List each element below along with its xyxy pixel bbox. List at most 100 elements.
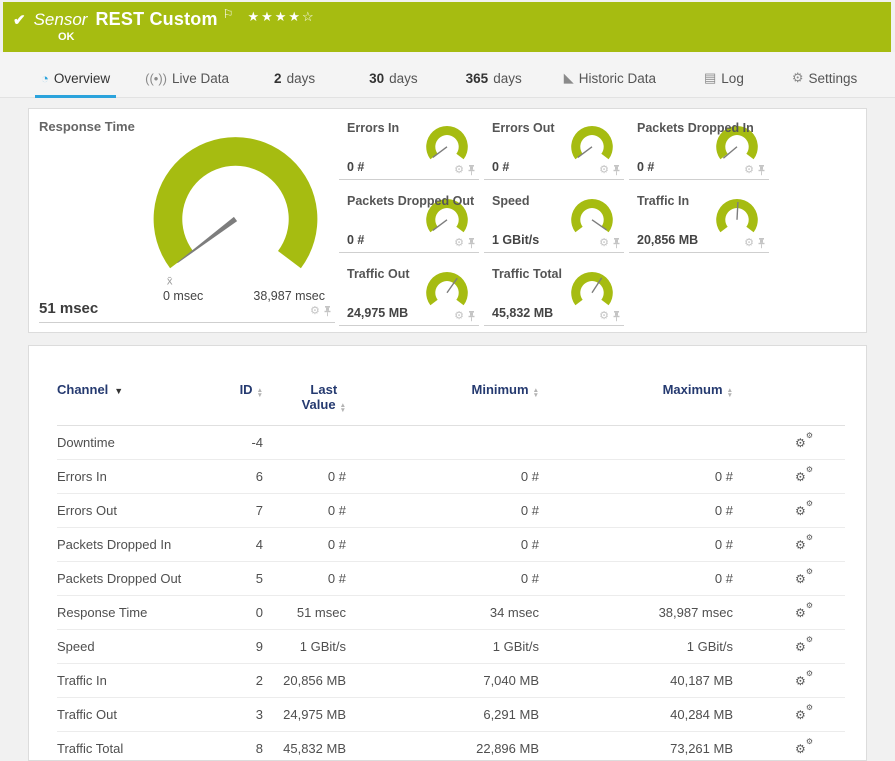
tab-settings[interactable]: ⚙Settings	[786, 70, 863, 98]
sort-icon[interactable]: ▲▼	[727, 388, 733, 398]
pin-icon[interactable]	[612, 311, 621, 322]
pin-icon[interactable]	[467, 311, 476, 322]
small-gauges-grid: Errors In 0 # ⚙ Errors Out 0 # ⚙	[339, 116, 773, 335]
gear-icon[interactable]: ⚙	[599, 165, 609, 176]
gear-icon[interactable]: ⚙	[744, 238, 754, 249]
channel-settings-icon[interactable]: ⚙⚙	[795, 435, 813, 450]
tab-365-days[interactable]: 365days	[460, 71, 528, 98]
gear-icon[interactable]: ⚙	[310, 306, 320, 317]
cell-last-value: 0 #	[263, 469, 346, 484]
channel-settings-icon[interactable]: ⚙⚙	[795, 503, 813, 518]
cell-id: 0	[202, 605, 263, 620]
cell-minimum: 0 #	[346, 571, 539, 586]
gauge-arc	[426, 126, 468, 159]
channel-settings-icon[interactable]: ⚙⚙	[795, 673, 813, 688]
tab-historic-data[interactable]: ◣Historic Data	[558, 70, 662, 98]
gauge-max-label: 38,987 msec	[253, 289, 325, 303]
gauge-actions: ⚙	[744, 165, 766, 176]
sensor-name: REST Custom	[95, 9, 217, 30]
gauge-cell: Traffic Out 24,975 MB ⚙	[339, 262, 481, 335]
gauge-min-label: 0 msec	[163, 289, 203, 303]
cell-maximum: 1 GBit/s	[539, 639, 733, 654]
cell-maximum: 0 #	[539, 503, 733, 518]
cell-channel: Packets Dropped Out	[57, 571, 202, 586]
gauge-actions: ⚙	[744, 238, 766, 249]
cell-id: 4	[202, 537, 263, 552]
column-header-maximum[interactable]: Maximum▲▼	[539, 382, 733, 398]
column-header-channel[interactable]: Channel▼	[57, 382, 202, 397]
priority-stars[interactable]: ★★★★☆	[247, 9, 315, 25]
tab-label: Log	[721, 71, 744, 86]
gauge-title: Packets Dropped Out	[347, 194, 474, 208]
gear-icon[interactable]: ⚙	[744, 165, 754, 176]
gauge-cell-divider	[339, 252, 479, 253]
pin-icon[interactable]	[467, 165, 476, 176]
pin-icon[interactable]	[467, 238, 476, 249]
gear-icon[interactable]: ⚙	[454, 238, 464, 249]
gauge-actions: ⚙	[454, 311, 476, 322]
column-header-id[interactable]: ID▲▼	[202, 382, 263, 398]
status-badge: OK	[13, 31, 891, 43]
channel-settings-icon[interactable]: ⚙⚙	[795, 571, 813, 586]
sort-icon[interactable]: ▲▼	[340, 403, 346, 413]
table-row: Errors In 6 0 # 0 # 0 # ⚙⚙	[57, 460, 845, 494]
gauge-cell-divider	[39, 322, 335, 323]
gauge-value: 24,975 MB	[347, 306, 408, 320]
gauge-scale: 0 msec 38,987 msec	[163, 289, 325, 303]
gear-icon[interactable]: ⚙	[599, 238, 609, 249]
column-header-minimum[interactable]: Minimum▲▼	[346, 382, 539, 398]
cell-minimum: 0 #	[346, 469, 539, 484]
channel-settings-icon[interactable]: ⚙⚙	[795, 639, 813, 654]
pin-icon[interactable]	[323, 306, 332, 317]
cell-maximum: 73,261 MB	[539, 741, 733, 756]
object-kind-label: Sensor	[34, 10, 88, 30]
cell-channel: Traffic Out	[57, 707, 202, 722]
tab-overview[interactable]: ◔Overview	[35, 71, 116, 98]
gauges-panel: Response Time x̄ 0 msec 38,987 msec 51 m…	[28, 108, 867, 333]
tab-log[interactable]: ▤ Log	[698, 70, 750, 98]
channel-settings-icon[interactable]: ⚙⚙	[795, 605, 813, 620]
gauge-needle	[433, 147, 447, 158]
sort-desc-icon[interactable]: ▼	[114, 386, 123, 396]
gauge-title: Traffic Out	[347, 267, 410, 281]
gauge-actions: ⚙	[599, 238, 621, 249]
channels-panel: Channel▼ ID▲▼ Last Value▲▼ Minimum▲▼ Max…	[28, 345, 867, 761]
cell-last-value: 51 msec	[263, 605, 346, 620]
primary-gauge-title: Response Time	[39, 119, 135, 134]
primary-gauge: x̄	[133, 133, 338, 307]
log-icon: ▤	[704, 70, 716, 86]
tab-live-data[interactable]: ((•))Live Data	[139, 71, 235, 98]
cell-actions: ⚙⚙	[733, 537, 846, 552]
gear-icon[interactable]: ⚙	[454, 311, 464, 322]
pin-icon[interactable]	[757, 238, 766, 249]
pin-icon[interactable]	[612, 165, 621, 176]
gear-icon[interactable]: ⚙	[599, 311, 609, 322]
gauge-arc	[716, 199, 758, 232]
channel-settings-icon[interactable]: ⚙⚙	[795, 707, 813, 722]
gear-icon: ⚙	[792, 70, 804, 86]
priority-flag-icon[interactable]: ⚐	[223, 7, 234, 21]
cell-minimum: 0 #	[346, 503, 539, 518]
channel-settings-icon[interactable]: ⚙⚙	[795, 537, 813, 552]
table-row: Packets Dropped In 4 0 # 0 # 0 # ⚙⚙	[57, 528, 845, 562]
gauge-value: 0 #	[347, 160, 364, 174]
gauge-needle	[723, 147, 737, 158]
cell-channel: Response Time	[57, 605, 202, 620]
channel-settings-icon[interactable]: ⚙⚙	[795, 469, 813, 484]
channel-settings-icon[interactable]: ⚙⚙	[795, 741, 813, 756]
tab-30-days[interactable]: 30days	[363, 71, 424, 98]
table-row: Errors Out 7 0 # 0 # 0 # ⚙⚙	[57, 494, 845, 528]
pin-icon[interactable]	[757, 165, 766, 176]
cell-channel: Traffic Total	[57, 741, 202, 756]
gear-icon[interactable]: ⚙	[454, 165, 464, 176]
primary-gauge-actions: ⚙	[310, 306, 332, 317]
pin-icon[interactable]	[612, 238, 621, 249]
cell-channel: Errors Out	[57, 503, 202, 518]
tab-2-days[interactable]: 2days	[268, 71, 321, 98]
gauge-title: Speed	[492, 194, 530, 208]
cell-id: 7	[202, 503, 263, 518]
cell-actions: ⚙⚙	[733, 469, 846, 484]
gauge-value: 0 #	[347, 233, 364, 247]
tab-label: Overview	[54, 71, 110, 86]
column-header-last-value[interactable]: Last Value▲▼	[263, 382, 346, 413]
